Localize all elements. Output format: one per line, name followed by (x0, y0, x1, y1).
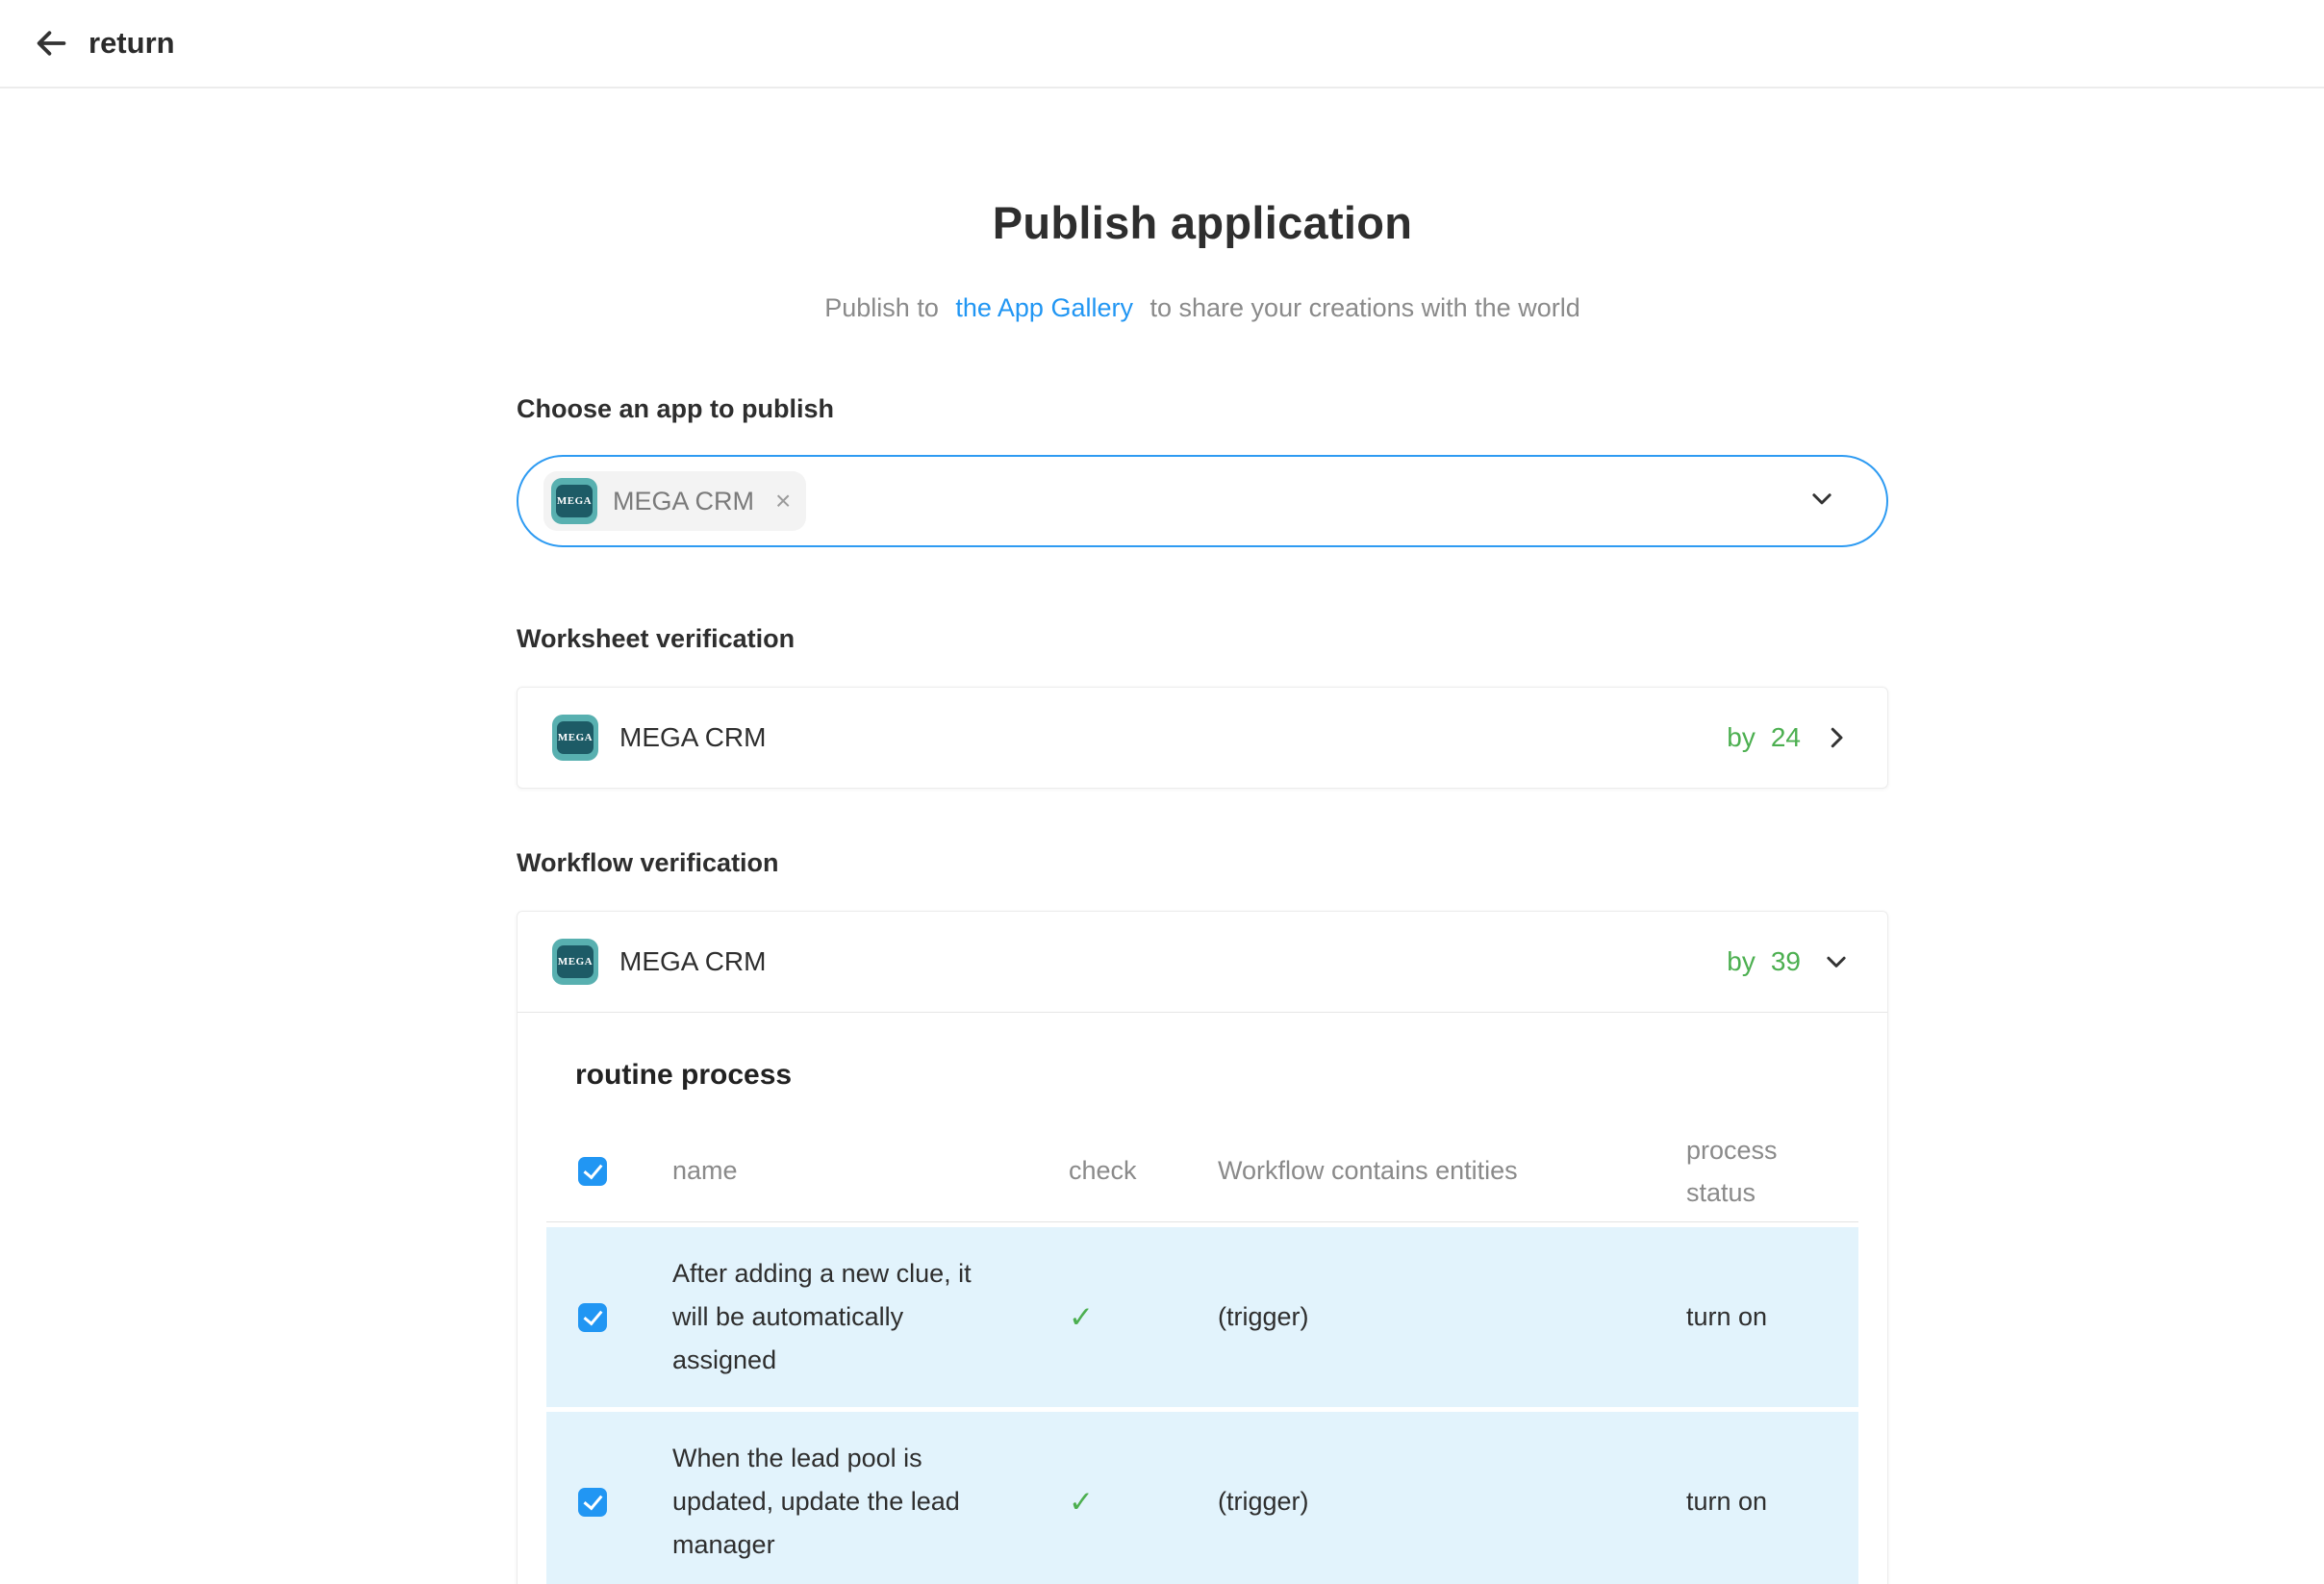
workflow-app-row[interactable]: MEGA MEGA CRM by 39 (518, 912, 1887, 1013)
worksheet-app-row[interactable]: MEGA MEGA CRM by 24 (518, 688, 1887, 788)
header-entities: Workflow contains entities (1218, 1156, 1686, 1186)
app-gallery-link[interactable]: the App Gallery (955, 293, 1133, 322)
mega-app-icon: MEGA (551, 478, 597, 524)
workflow-name: After adding a new clue, it will be auto… (672, 1252, 990, 1382)
workflow-app-name: MEGA CRM (619, 946, 766, 977)
workflow-group-title: routine process (575, 1059, 1887, 1092)
worksheet-app-name: MEGA CRM (619, 722, 766, 753)
app-select[interactable]: MEGA MEGA CRM × (517, 455, 1888, 547)
return-label: return (88, 26, 175, 61)
workflow-row[interactable]: When the lead pool is updated, update th… (546, 1412, 1858, 1584)
worksheet-app: MEGA MEGA CRM (552, 715, 766, 761)
workflow-table: name check Workflow contains entities pr… (546, 1120, 1858, 1584)
subtitle-suffix: to share your creations with the world (1150, 293, 1580, 322)
workflow-verification-heading: Workflow verification (517, 848, 1888, 878)
return-button[interactable]: return (33, 25, 175, 62)
chevron-down-icon (1807, 485, 1836, 518)
chevron-down-icon (1822, 947, 1851, 976)
header-name: name (672, 1156, 1069, 1186)
header-status: process status (1686, 1129, 1831, 1214)
row-checkbox[interactable] (578, 1303, 607, 1332)
choose-app-heading: Choose an app to publish (517, 394, 1888, 424)
chevron-right-icon (1822, 723, 1851, 752)
selected-app-label: MEGA CRM (613, 487, 754, 516)
workflow-row[interactable]: After adding a new clue, it will be auto… (546, 1227, 1858, 1407)
worksheet-card: MEGA MEGA CRM by 24 (517, 687, 1888, 789)
main-content: Publish application Publish to the App G… (517, 88, 1888, 1584)
remove-app-icon[interactable]: × (775, 488, 791, 515)
worksheet-pass-count: by 24 (1727, 722, 1851, 753)
workflow-app: MEGA MEGA CRM (552, 939, 766, 985)
workflow-card: MEGA MEGA CRM by 39 routine process name (517, 911, 1888, 1584)
workflow-entities: (trigger) (1218, 1302, 1686, 1332)
header-check: check (1069, 1156, 1218, 1186)
select-all-checkbox[interactable] (578, 1157, 607, 1186)
workflow-pass-count: by 39 (1727, 946, 1851, 977)
selected-app-chip[interactable]: MEGA MEGA CRM × (543, 471, 806, 531)
check-icon: ✓ (1069, 1485, 1218, 1520)
workflow-table-header: name check Workflow contains entities pr… (546, 1120, 1858, 1222)
mega-app-icon: MEGA (552, 715, 598, 761)
check-icon: ✓ (1069, 1300, 1218, 1335)
page-subtitle: Publish to the App Gallery to share your… (517, 293, 1888, 323)
mega-app-icon: MEGA (552, 939, 598, 985)
worksheet-verification-heading: Worksheet verification (517, 624, 1888, 654)
workflow-entities: (trigger) (1218, 1487, 1686, 1517)
workflow-name: When the lead pool is updated, update th… (672, 1437, 990, 1567)
subtitle-prefix: Publish to (824, 293, 939, 322)
top-bar: return (0, 0, 2324, 88)
back-arrow-icon (33, 25, 69, 62)
row-checkbox[interactable] (578, 1488, 607, 1517)
workflow-status: turn on (1686, 1487, 1858, 1517)
page-title: Publish application (517, 88, 1888, 249)
workflow-status: turn on (1686, 1302, 1858, 1332)
